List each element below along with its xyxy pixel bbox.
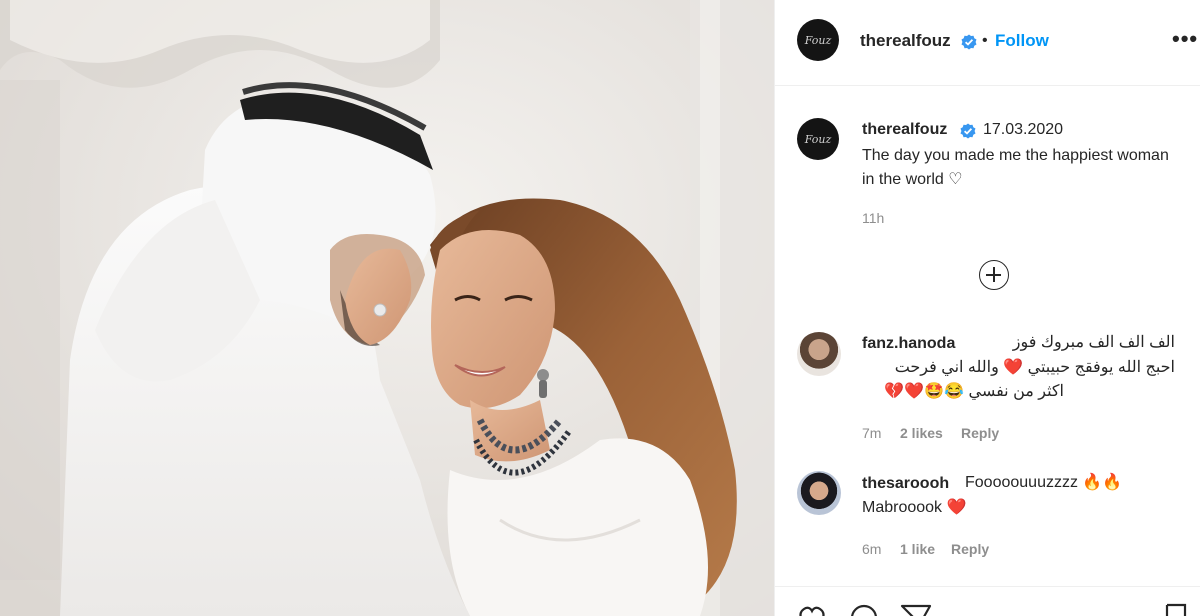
author-avatar[interactable]: Fouz <box>797 19 839 61</box>
commenter-avatar[interactable] <box>797 332 841 376</box>
header-separator: • <box>982 32 988 49</box>
plus-circle-icon[interactable] <box>979 260 1009 290</box>
caption-avatar-monogram: Fouz <box>804 132 832 146</box>
reply-button[interactable]: Reply <box>951 541 989 557</box>
share-icon[interactable] <box>899 603 933 616</box>
caption-text: The day you made me the happiest woman i… <box>862 147 1169 188</box>
caption-time[interactable]: 11h <box>862 210 884 226</box>
reply-button[interactable]: Reply <box>961 425 999 441</box>
comment-likes[interactable]: 1 like <box>900 541 935 557</box>
follow-button[interactable]: Follow <box>995 31 1049 51</box>
comment-text-line: احبج الله يوفقج حبيبتي ❤️ والله اني فرحت <box>894 359 1175 376</box>
more-options-button[interactable]: ••• <box>1172 28 1198 50</box>
post-actions-bar <box>775 586 1200 616</box>
comment-text-line: Fooooouuuzzzz 🔥🔥 <box>965 474 1123 491</box>
heart-icon[interactable] <box>795 603 829 616</box>
post-side-panel: Fouz therealfouz • Follow ••• Fouz there… <box>774 0 1200 616</box>
caption-username[interactable]: therealfouz <box>862 121 947 139</box>
comment-text-line: اكثر من نفسي 😂🤩❤️💔 <box>884 383 1064 400</box>
post-header: Fouz therealfouz • Follow ••• <box>775 0 1200 86</box>
comment-text-line: الف الف الف مبروك فوز <box>1012 334 1175 351</box>
comment-likes[interactable]: 2 likes <box>900 425 943 441</box>
verified-badge-icon <box>960 123 976 139</box>
verified-badge-icon <box>961 34 977 50</box>
bookmark-icon[interactable] <box>1159 603 1193 616</box>
commenter-avatar[interactable] <box>797 471 841 515</box>
comment-text-line: Mabrooook ❤️ <box>862 499 967 516</box>
comment-username[interactable]: fanz.hanoda <box>862 335 955 353</box>
comment-username[interactable]: thesaroooh <box>862 475 949 493</box>
caption-date: 17.03.2020 <box>983 121 1064 138</box>
post-photo[interactable] <box>0 0 774 616</box>
couple-photo-illustration <box>0 0 774 616</box>
comment-time[interactable]: 6m <box>862 541 881 557</box>
caption-avatar[interactable]: Fouz <box>797 118 839 160</box>
avatar-monogram: Fouz <box>804 33 832 47</box>
comment-time[interactable]: 7m <box>862 425 881 441</box>
comment-icon[interactable] <box>847 603 881 616</box>
author-username[interactable]: therealfouz <box>860 31 951 51</box>
